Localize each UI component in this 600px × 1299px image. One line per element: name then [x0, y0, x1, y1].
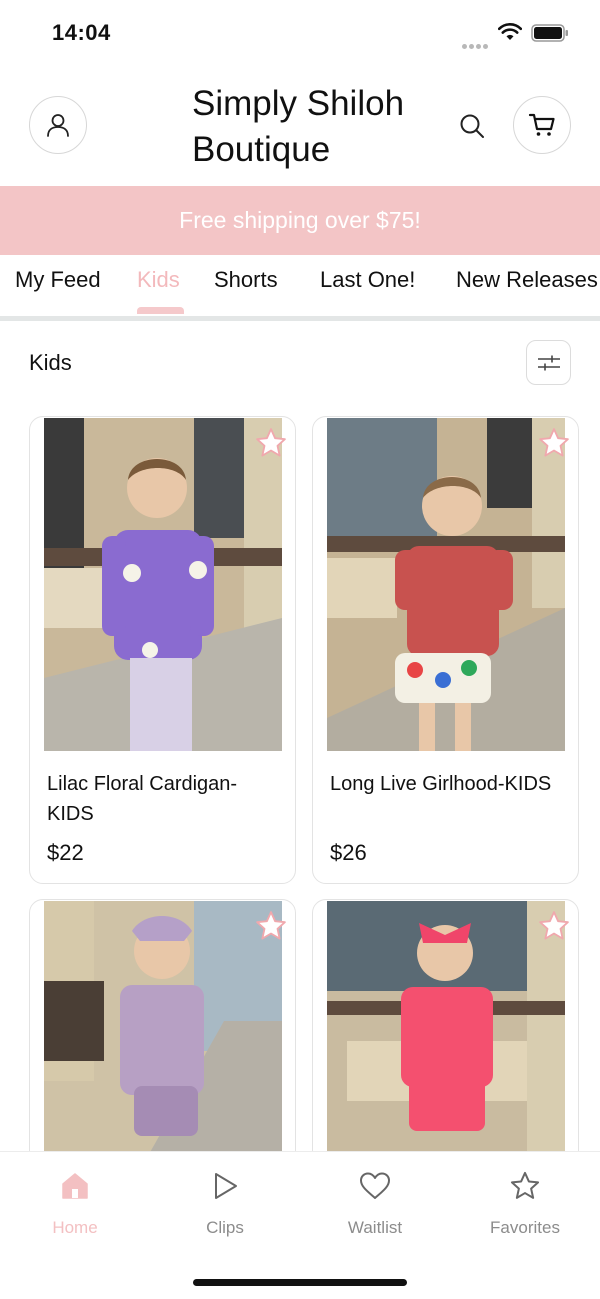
cart-button[interactable] — [513, 96, 571, 154]
product-price: $22 — [47, 840, 84, 865]
favorite-star-icon[interactable] — [537, 426, 571, 460]
favorite-star-icon[interactable] — [537, 909, 571, 943]
cart-icon — [528, 113, 555, 136]
product-image — [44, 418, 282, 751]
product-name: Long Live Girlhood-KIDS — [330, 773, 552, 795]
product-card[interactable] — [29, 899, 296, 1169]
product-name: Lilac Floral Cardigan-KIDS — [47, 773, 238, 825]
category-tab-bar: My Feed Kids Shorts Last One! New Releas… — [0, 255, 600, 317]
app-header: Simply Shiloh Boutique — [0, 66, 600, 186]
play-icon — [215, 1173, 237, 1199]
tab-my-feed[interactable]: My Feed — [15, 267, 101, 293]
product-image — [327, 418, 565, 751]
tab-shorts[interactable]: Shorts — [214, 267, 278, 293]
product-card[interactable]: Lilac Floral Cardigan-KIDS $22 — [29, 416, 296, 884]
nav-clips-label: Clips — [206, 1218, 244, 1237]
search-button[interactable] — [456, 110, 488, 142]
status-time: 14:04 — [52, 20, 111, 45]
nav-clips[interactable]: Clips — [165, 1168, 285, 1238]
product-image — [44, 901, 282, 1168]
heart-icon — [360, 1172, 390, 1199]
tab-kids[interactable]: Kids — [137, 267, 180, 293]
home-indicator — [193, 1279, 407, 1286]
sliders-icon — [537, 355, 560, 370]
filter-button[interactable] — [526, 340, 571, 385]
tab-divider — [0, 316, 600, 321]
bottom-nav: Home Clips Waitlist Favorites — [0, 1151, 600, 1299]
wifi-icon — [498, 23, 522, 40]
tab-last-one[interactable]: Last One! — [320, 267, 415, 293]
product-card[interactable] — [312, 899, 579, 1169]
active-tab-indicator — [137, 307, 184, 314]
tab-new-releases[interactable]: New Releases — [456, 267, 598, 293]
product-price: $26 — [330, 840, 367, 865]
nav-favorites-label: Favorites — [490, 1218, 560, 1237]
store-title: Simply Shiloh Boutique — [192, 84, 405, 169]
search-icon — [460, 114, 484, 138]
section-title: Kids — [29, 350, 72, 375]
battery-icon — [531, 24, 568, 42]
nav-waitlist[interactable]: Waitlist — [315, 1168, 435, 1238]
product-card[interactable]: Long Live Girlhood-KIDS $26 — [312, 416, 579, 884]
nav-favorites[interactable]: Favorites — [465, 1168, 585, 1238]
home-icon — [62, 1173, 88, 1199]
nav-waitlist-label: Waitlist — [347, 1218, 403, 1237]
favorite-star-icon[interactable] — [254, 426, 288, 460]
signal-dots-icon — [462, 36, 490, 54]
product-image — [327, 901, 565, 1168]
promo-banner[interactable]: Free shipping over $75! — [0, 186, 600, 255]
nav-home-label: Home — [52, 1218, 98, 1237]
person-icon — [47, 114, 69, 137]
status-bar: 14:04 — [0, 0, 600, 66]
star-icon — [510, 1171, 540, 1199]
account-button[interactable] — [29, 96, 87, 154]
nav-home[interactable]: Home — [15, 1168, 135, 1238]
favorite-star-icon[interactable] — [254, 909, 288, 943]
